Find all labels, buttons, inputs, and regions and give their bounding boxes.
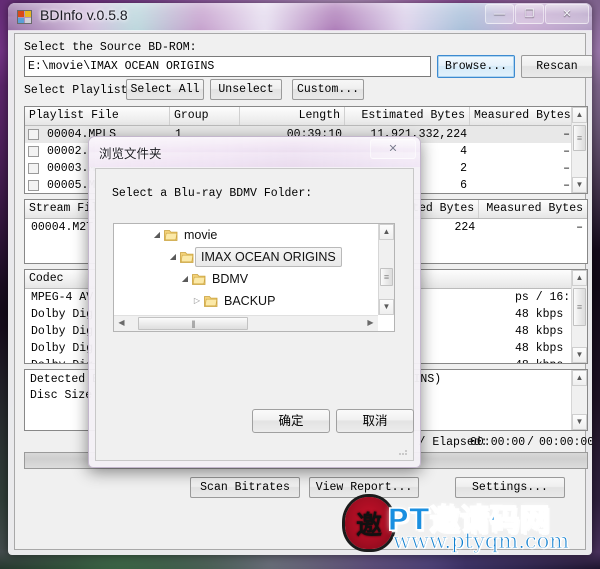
view-report-button[interactable]: View Report... bbox=[309, 477, 419, 498]
tree-node-imax-ocean-origins[interactable]: ◢ IMAX OCEAN ORIGINS bbox=[114, 246, 378, 268]
resize-grip-icon[interactable] bbox=[397, 445, 409, 457]
row-checkbox[interactable] bbox=[28, 129, 39, 140]
scroll-down-icon[interactable]: ▼ bbox=[379, 299, 394, 315]
tree-node-backup[interactable]: ▷ BACKUP bbox=[114, 290, 378, 312]
tree-node-bdmv[interactable]: ◢ BDMV bbox=[114, 268, 378, 290]
tree-node-label: BACKUP bbox=[224, 294, 276, 308]
folder-icon bbox=[180, 251, 194, 263]
scroll-up-icon[interactable]: ▲ bbox=[572, 370, 587, 386]
scroll-down-icon[interactable]: ▼ bbox=[572, 414, 587, 430]
playlist-vertical-scrollbar[interactable]: ▲ ▼ bbox=[571, 107, 587, 193]
custom-button[interactable]: Custom... bbox=[292, 79, 364, 100]
col-stream-measured[interactable]: Measured Bytes bbox=[479, 200, 587, 218]
scan-bitrates-button[interactable]: Scan Bitrates bbox=[190, 477, 300, 498]
expander-open-icon[interactable]: ◢ bbox=[178, 268, 192, 290]
browse-button[interactable]: Browse... bbox=[437, 55, 515, 78]
window-title: BDInfo v.0.5.8 bbox=[40, 7, 128, 23]
scrollbar-thumb[interactable] bbox=[573, 288, 586, 326]
time-remaining-value: 00:00:00 bbox=[470, 436, 526, 449]
expander-closed-icon[interactable]: ▷ bbox=[190, 290, 204, 312]
dialog-close-button[interactable]: ✕ bbox=[370, 139, 416, 159]
col-length[interactable]: Length bbox=[240, 107, 345, 125]
time-separator: / bbox=[527, 436, 534, 449]
app-icon bbox=[17, 10, 32, 24]
tree-horizontal-scrollbar[interactable]: ◀ ▶ bbox=[114, 315, 378, 331]
dialog-titlebar[interactable]: 浏览文件夹 ✕ bbox=[89, 137, 420, 167]
expander-open-icon[interactable]: ◢ bbox=[150, 224, 164, 246]
source-path-input[interactable] bbox=[24, 56, 431, 77]
col-group[interactable]: Group bbox=[170, 107, 240, 125]
cell-measured: – bbox=[563, 161, 570, 175]
dialog-title: 浏览文件夹 bbox=[99, 147, 162, 161]
folder-tree[interactable]: ◢ movie ◢ IMAX OCEAN ORIGINS ◢ BDMV ▷ BA… bbox=[113, 223, 395, 332]
row-checkbox[interactable] bbox=[28, 146, 39, 157]
scroll-right-icon[interactable]: ▶ bbox=[363, 316, 378, 331]
row-checkbox[interactable] bbox=[28, 163, 39, 174]
col-playlist-file[interactable]: Playlist File bbox=[25, 107, 170, 125]
browse-folder-dialog: 浏览文件夹 ✕ Select a Blu-ray BDMV Folder: ◢ … bbox=[88, 136, 421, 468]
tree-node-label: BDMV bbox=[212, 272, 249, 286]
dialog-prompt: Select a Blu-ray BDMV Folder: bbox=[112, 187, 313, 200]
col-measured-bytes[interactable]: Measured Bytes bbox=[470, 107, 573, 125]
scrollbar-thumb[interactable] bbox=[380, 268, 393, 286]
tree-node-label: IMAX OCEAN ORIGINS bbox=[195, 247, 342, 267]
dialog-cancel-button[interactable]: 取消 bbox=[336, 409, 414, 433]
col-estimated-bytes[interactable]: Estimated Bytes bbox=[345, 107, 470, 125]
source-label: Select the Source BD-ROM: bbox=[24, 41, 197, 54]
window-controls: — ❐ ✕ bbox=[485, 4, 589, 24]
scroll-up-icon[interactable]: ▲ bbox=[572, 107, 587, 123]
settings-button[interactable]: Settings... bbox=[455, 477, 565, 498]
folder-icon bbox=[164, 229, 178, 241]
scroll-down-icon[interactable]: ▼ bbox=[572, 347, 587, 363]
tree-vertical-scrollbar[interactable]: ▲ ▼ bbox=[378, 224, 394, 315]
tree-node-label: movie bbox=[184, 228, 218, 242]
scroll-down-icon[interactable]: ▼ bbox=[572, 177, 587, 193]
unselect-button[interactable]: Unselect bbox=[210, 79, 282, 100]
cell-measured: – bbox=[563, 127, 570, 141]
hscroll-track[interactable] bbox=[129, 316, 363, 331]
close-button[interactable]: ✕ bbox=[545, 4, 589, 24]
maximize-button[interactable]: ❐ bbox=[515, 4, 544, 24]
folder-icon bbox=[204, 295, 218, 307]
scroll-up-icon[interactable]: ▲ bbox=[572, 270, 587, 286]
scrollbar-thumb[interactable] bbox=[573, 125, 586, 151]
scroll-left-icon[interactable]: ◀ bbox=[114, 316, 129, 331]
cell-stream-measured: – bbox=[576, 220, 583, 234]
cell-measured: – bbox=[563, 178, 570, 192]
scroll-up-icon[interactable]: ▲ bbox=[379, 224, 394, 240]
folder-icon bbox=[192, 273, 206, 285]
cell-measured: – bbox=[563, 144, 570, 158]
folder-tree-items: ◢ movie ◢ IMAX OCEAN ORIGINS ◢ BDMV ▷ BA… bbox=[114, 224, 378, 315]
codec-vertical-scrollbar[interactable]: ▲ ▼ bbox=[571, 270, 587, 363]
row-checkbox[interactable] bbox=[28, 180, 39, 191]
dialog-body: Select a Blu-ray BDMV Folder: ◢ movie ◢ bbox=[95, 168, 414, 461]
tree-node-movie[interactable]: ◢ movie bbox=[114, 224, 378, 246]
hscrollbar-thumb[interactable] bbox=[138, 317, 248, 330]
window-titlebar[interactable]: BDInfo v.0.5.8 — ❐ ✕ bbox=[8, 3, 592, 31]
detected-vertical-scrollbar[interactable]: ▲ ▼ bbox=[571, 370, 587, 430]
rescan-button[interactable]: Rescan bbox=[521, 55, 592, 78]
minimize-button[interactable]: — bbox=[485, 4, 514, 24]
expander-open-icon[interactable]: ◢ bbox=[166, 246, 180, 268]
select-playlist-label: Select Playlist bbox=[24, 84, 128, 97]
playlist-grid-header: Playlist File Group Length Estimated Byt… bbox=[25, 107, 587, 126]
time-elapsed-value: 00:00:00 bbox=[539, 436, 592, 449]
dialog-ok-button[interactable]: 确定 bbox=[252, 409, 330, 433]
select-all-button[interactable]: Select All bbox=[126, 79, 204, 100]
